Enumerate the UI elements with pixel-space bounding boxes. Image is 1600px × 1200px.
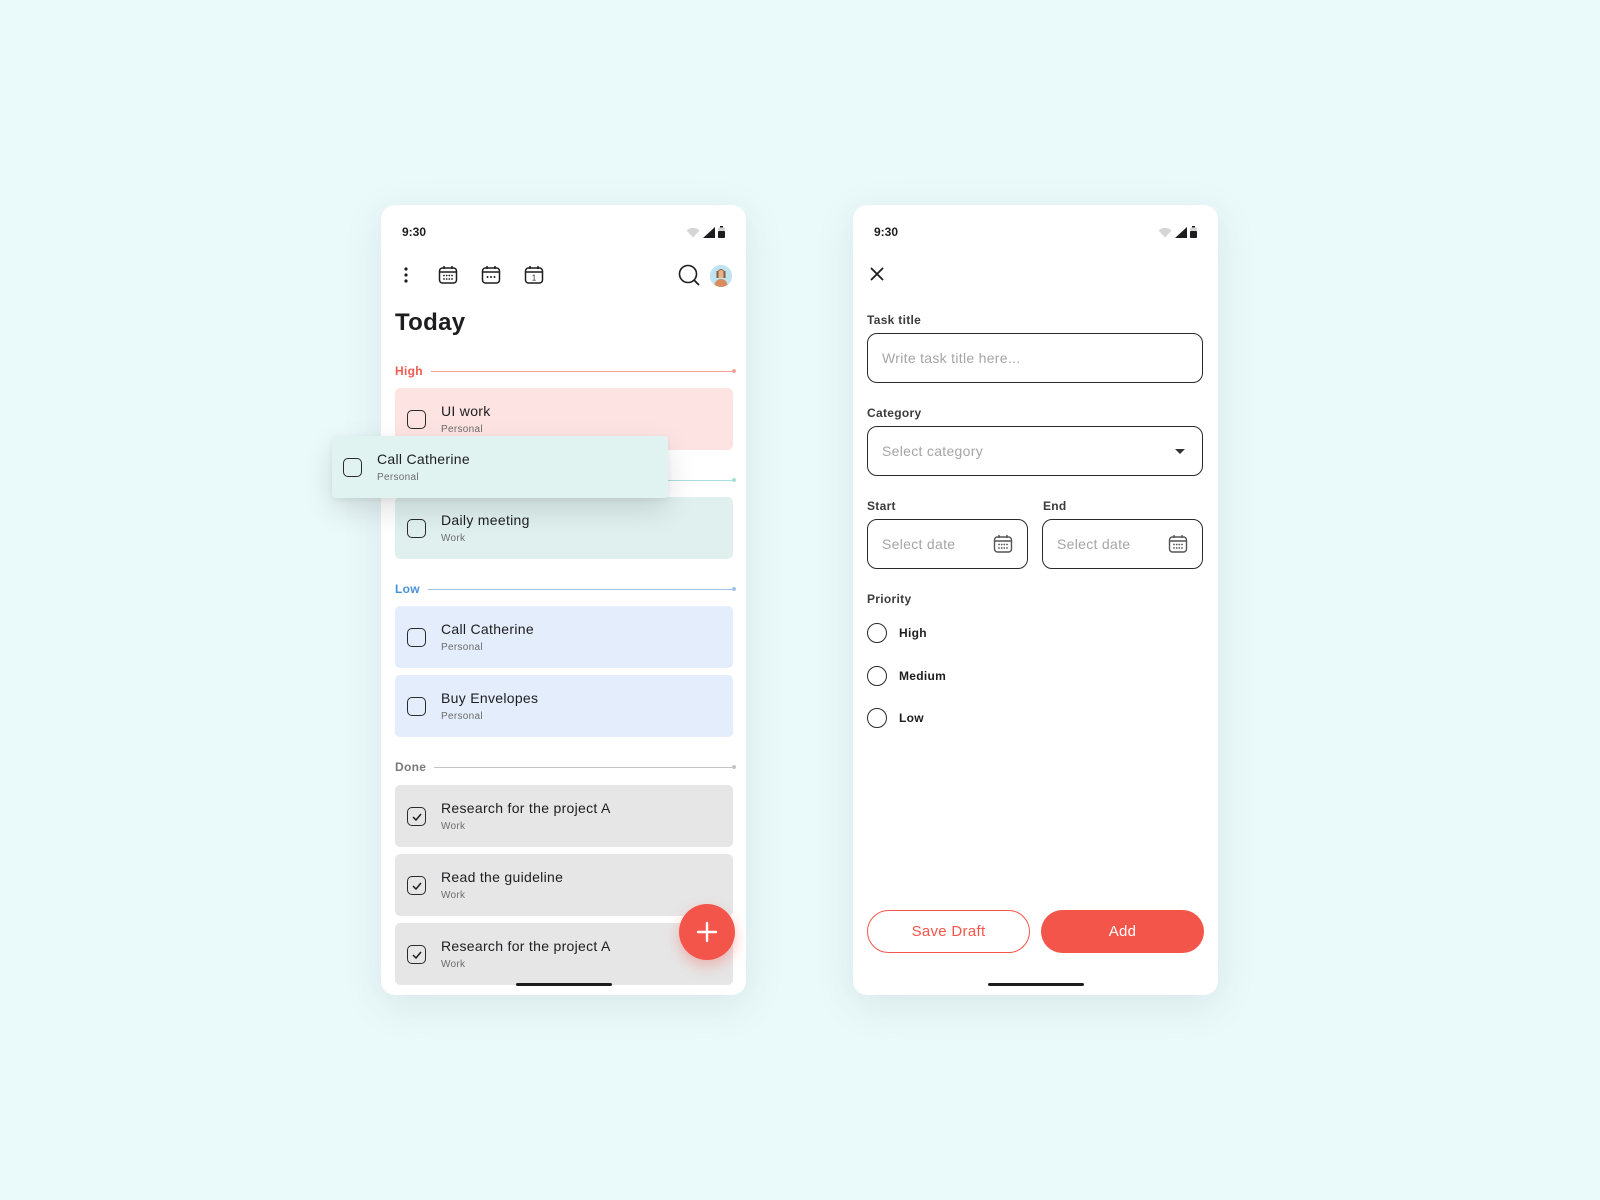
calendar-icon [1168, 535, 1188, 553]
end-date-picker[interactable]: Select date [1042, 519, 1203, 569]
radio-label: Medium [899, 669, 947, 683]
task-checkbox-checked[interactable] [407, 876, 426, 895]
search-icon[interactable] [674, 260, 704, 290]
avatar[interactable] [710, 265, 732, 287]
task-checkbox[interactable] [407, 628, 426, 647]
add-task-fab[interactable] [679, 904, 735, 960]
status-icons [1158, 226, 1197, 238]
radio-label: Low [899, 711, 924, 725]
task-category: Personal [441, 424, 483, 435]
home-indicator [987, 983, 1084, 986]
calendar-day-number: 1 [532, 274, 537, 283]
toolbar: 1 [395, 260, 732, 290]
status-time: 9:30 [874, 225, 899, 239]
task-card[interactable]: Call Catherine Personal [395, 606, 733, 668]
section-label: Low [395, 582, 420, 596]
calendar-month-icon[interactable] [433, 260, 463, 290]
signal-icon [1175, 226, 1187, 238]
task-category: Work [441, 533, 466, 544]
status-bar: 9:30 [874, 225, 1197, 241]
check-icon [411, 813, 422, 821]
radio-label: High [899, 626, 927, 640]
check-icon [411, 951, 422, 959]
category-placeholder: Select category [882, 443, 983, 459]
battery-icon [1190, 226, 1197, 238]
task-category: Personal [441, 642, 483, 653]
section-label: High [395, 364, 423, 378]
priority-label: Priority [867, 592, 912, 606]
section-divider [434, 764, 736, 769]
task-title: Daily meeting [441, 512, 530, 528]
priority-option-medium[interactable]: Medium [867, 666, 946, 686]
task-category: Work [441, 821, 466, 832]
radio-button[interactable] [867, 666, 887, 686]
save-draft-button[interactable]: Save Draft [867, 910, 1030, 953]
task-checkbox-checked[interactable] [407, 807, 426, 826]
task-category: Personal [441, 711, 483, 722]
calendar-day-icon[interactable]: 1 [519, 260, 549, 290]
calendar-week-icon[interactable] [476, 260, 506, 290]
signal-icon [703, 226, 715, 238]
page-title: Today [395, 309, 466, 336]
task-category: Work [441, 890, 466, 901]
section-header-high: High [395, 364, 737, 378]
section-label: Done [395, 760, 427, 774]
task-title: Call Catherine [441, 621, 534, 637]
task-title: Research for the project A [441, 800, 611, 816]
task-category: Work [441, 959, 466, 970]
close-icon[interactable] [865, 262, 889, 286]
status-bar: 9:30 [402, 225, 725, 241]
task-checkbox[interactable] [407, 410, 426, 429]
battery-icon [718, 226, 725, 238]
task-card[interactable]: Research for the project A Work [395, 785, 733, 847]
task-title: UI work [441, 403, 491, 419]
section-divider [430, 368, 737, 373]
task-checkbox[interactable] [343, 458, 362, 477]
status-time: 9:30 [402, 225, 427, 239]
task-list-screen: 9:30 1 Today High UI work Personal Daily… [381, 205, 746, 995]
task-title-label: Task title [867, 313, 922, 327]
caret-down-icon [1175, 449, 1185, 454]
add-task-screen: 9:30 Task title Category Select category… [853, 205, 1218, 995]
task-title: Read the guideline [441, 869, 564, 885]
task-card[interactable]: Read the guideline Work [395, 854, 733, 916]
task-checkbox[interactable] [407, 697, 426, 716]
plus-icon [696, 921, 718, 943]
category-label: Category [867, 406, 922, 420]
section-header-done: Done [395, 760, 736, 774]
task-card[interactable]: Buy Envelopes Personal [395, 675, 733, 737]
calendar-icon [993, 535, 1013, 553]
end-label: End [1043, 499, 1067, 513]
dragging-task-card[interactable]: Call Catherine Personal [332, 436, 668, 498]
start-label: Start [867, 499, 896, 513]
task-category: Personal [377, 472, 419, 483]
section-header-low: Low [395, 582, 737, 596]
priority-option-low[interactable]: Low [867, 708, 924, 728]
start-date-picker[interactable]: Select date [867, 519, 1028, 569]
task-title-input[interactable] [867, 333, 1203, 383]
priority-option-high[interactable]: High [867, 623, 927, 643]
radio-button[interactable] [867, 623, 887, 643]
check-icon [411, 882, 422, 890]
wifi-icon [686, 227, 700, 237]
wifi-icon [1158, 227, 1172, 237]
task-checkbox[interactable] [407, 519, 426, 538]
task-checkbox-checked[interactable] [407, 945, 426, 964]
task-title: Buy Envelopes [441, 690, 539, 706]
home-indicator [515, 983, 612, 986]
status-icons [686, 226, 725, 238]
task-title: Research for the project A [441, 938, 611, 954]
section-divider [427, 586, 737, 591]
task-card[interactable]: Daily meeting Work [395, 497, 733, 559]
more-vert-icon[interactable] [391, 260, 421, 290]
category-select[interactable]: Select category [867, 426, 1203, 476]
radio-button[interactable] [867, 708, 887, 728]
task-title: Call Catherine [377, 451, 470, 467]
add-button[interactable]: Add [1041, 910, 1204, 953]
